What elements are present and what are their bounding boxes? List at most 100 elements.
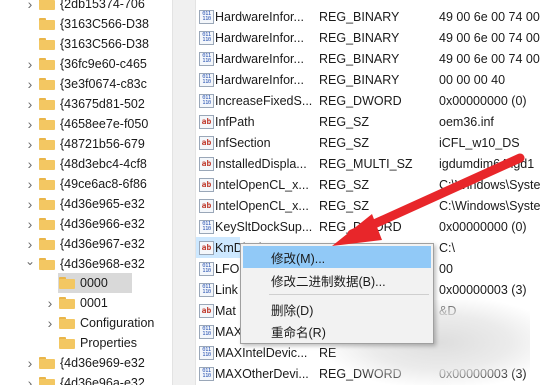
chevron-right-icon[interactable]: ›	[24, 174, 36, 194]
chevron-right-icon[interactable]: ›	[24, 373, 36, 385]
tree-item-label: {43675d81-502	[60, 97, 145, 111]
tree-item[interactable]: › {49ce6ac8-6f86	[28, 174, 172, 194]
value-data: 0x00000000 (0)	[439, 93, 527, 108]
tree-item-label: {3163C566-D38	[60, 37, 149, 51]
folder-icon	[39, 198, 55, 210]
pane-splitter[interactable]	[172, 0, 196, 385]
tree-item[interactable]: › {36fc9e60-c465	[28, 54, 172, 74]
chevron-right-icon[interactable]: ›	[24, 214, 36, 234]
chevron-right-icon[interactable]: ›	[24, 0, 36, 14]
tree-item-label: {4d36e967-e32	[60, 237, 145, 251]
binary-value-icon: 011 110	[199, 282, 214, 297]
chevron-right-icon[interactable]: ›	[24, 353, 36, 373]
tree-item[interactable]: › 0001	[48, 293, 172, 313]
chevron-right-icon[interactable]: ›	[24, 194, 36, 214]
registry-key-tree[interactable]: › {2db15374-706 {3163C566-D38 {3163C566-D38…	[0, 0, 172, 385]
value-name: HardwareInfor...	[215, 51, 304, 66]
string-value-icon: ab	[199, 303, 214, 318]
tree-item[interactable]: 0000	[58, 273, 132, 293]
tree-item-label: {4d36e968-e32	[60, 257, 145, 271]
value-type: REG_BINARY	[319, 9, 400, 24]
chevron-down-icon[interactable]: ⌄	[24, 251, 36, 271]
value-type: REG_MULTI_SZ	[319, 156, 413, 171]
binary-value-icon: 011 110	[199, 324, 214, 339]
tree-item[interactable]: › {4d36e965-e32	[28, 194, 172, 214]
tree-item[interactable]: {3163C566-D38	[38, 34, 172, 54]
context-menu-item[interactable]: 重命名(R)	[243, 320, 431, 342]
tree-item[interactable]: › {4d36e967-e32	[28, 234, 172, 254]
tree-item[interactable]: › {4d36e969-e32	[28, 353, 172, 373]
value-data: 49 00 6e 00 74 00	[439, 30, 540, 45]
tree-item[interactable]: › {4658ee7e-f050	[28, 114, 172, 134]
folder-icon	[59, 297, 75, 309]
value-type: REG_SZ	[319, 177, 370, 192]
folder-icon	[39, 38, 55, 50]
value-data: 49 00 6e 00 74 00	[439, 51, 540, 66]
string-value-icon: ab	[199, 114, 214, 129]
tree-item-label: {49ce6ac8-6f86	[60, 177, 147, 191]
tree-item-label: 0000	[80, 276, 108, 290]
value-type: REG_SZ	[319, 114, 370, 129]
tree-item-label: {3163C566-D38	[60, 17, 149, 31]
value-data: 00	[439, 261, 453, 276]
tree-item[interactable]: › {43675d81-502	[28, 94, 172, 114]
chevron-right-icon[interactable]: ›	[24, 74, 36, 94]
value-name: KeySltDockSup...	[215, 219, 313, 234]
value-row[interactable]: 011 110 HardwareInfor... REG_BINARY 00 00 0…	[196, 69, 540, 90]
tree-item-label: 0001	[80, 296, 108, 310]
value-type: REG_DWORD	[319, 219, 402, 234]
string-value-icon: ab	[199, 198, 214, 213]
value-row[interactable]: ab InfPath REG_SZ oem36.inf	[196, 111, 540, 132]
binary-value-icon: 011 110	[199, 345, 214, 360]
tree-item[interactable]: Properties	[58, 333, 172, 353]
chevron-right-icon[interactable]: ›	[44, 313, 56, 333]
tree-item[interactable]: › {3e3f0674-c83c	[28, 74, 172, 94]
tree-item[interactable]: › Configuration	[48, 313, 172, 333]
value-name: HardwareInfor...	[215, 30, 304, 45]
context-menu-item[interactable]: 修改二进制数据(B)...	[243, 269, 431, 291]
value-row[interactable]: ab InstalledDispla... REG_MULTI_SZ igdumdim…	[196, 153, 540, 174]
folder-icon	[39, 357, 55, 369]
folder-icon	[39, 18, 55, 30]
tree-item[interactable]: ⌄ {4d36e968-e32	[25, 254, 172, 274]
chevron-right-icon[interactable]: ›	[44, 293, 56, 313]
tree-item[interactable]: › {48d3ebc4-4cf8	[28, 154, 172, 174]
value-row[interactable]: 011 110 HardwareInfor... REG_BINARY 49 00 6…	[196, 6, 540, 27]
chevron-right-icon[interactable]: ›	[24, 114, 36, 134]
value-row[interactable]: 011 110 IncreaseFixedS... REG_DWORD 0x00000…	[196, 90, 540, 111]
folder-icon	[39, 258, 55, 270]
value-data: C:\	[439, 240, 455, 255]
tree-item[interactable]: › {2db15374-706	[28, 0, 172, 14]
value-data: C:\Windows\Syste	[439, 198, 540, 213]
tree-item[interactable]: {3163C566-D38	[38, 14, 172, 34]
chevron-right-icon[interactable]: ›	[24, 154, 36, 174]
chevron-right-icon[interactable]: ›	[24, 54, 36, 74]
context-menu-item[interactable]: 修改(M)...	[243, 246, 431, 268]
string-value-icon: ab	[199, 177, 214, 192]
tree-item-label: {36fc9e60-c465	[60, 57, 147, 71]
tree-item[interactable]: › {4d36e96a-e32	[28, 373, 172, 385]
value-row[interactable]: ab IntelOpenCL_x... REG_SZ C:\Windows\Syste	[196, 195, 540, 216]
context-menu-item-label: 重命名(R)	[271, 325, 326, 340]
tree-item-label: {4d36e965-e32	[60, 197, 145, 211]
value-data: 0x00000003 (3)	[439, 282, 527, 297]
chevron-right-icon[interactable]: ›	[24, 94, 36, 114]
value-name: IntelOpenCL_x...	[215, 198, 309, 213]
tree-item[interactable]: › {4d36e966-e32	[28, 214, 172, 234]
value-row[interactable]: ab IntelOpenCL_x... REG_SZ C:\Windows\Syste	[196, 174, 540, 195]
value-name: HardwareInfor...	[215, 9, 304, 24]
value-row[interactable]: ab InfSection REG_SZ iCFL_w10_DS	[196, 132, 540, 153]
value-row[interactable]: abKmDisplayDrvREG_SZC:\	[196, 237, 455, 258]
value-row[interactable]: 011 110 HardwareInfor... REG_BINARY 49 00 6…	[196, 48, 540, 69]
chevron-right-icon[interactable]: ›	[24, 134, 36, 154]
folder-icon	[39, 238, 55, 250]
value-type: REG_BINARY	[319, 30, 400, 45]
value-row[interactable]: 011 110 KeySltDockSup... REG_DWORD 0x000000…	[196, 216, 540, 237]
value-data: 49 00 6e 00 74 00	[439, 9, 540, 24]
context-menu-item[interactable]: 删除(D)	[243, 298, 431, 320]
tree-item-label: {48721b56-679	[60, 137, 145, 151]
tree-item[interactable]: › {48721b56-679	[28, 134, 172, 154]
value-row[interactable]: 011 110 HardwareInfor... REG_BINARY 49 00 6…	[196, 27, 540, 48]
tree-item-label: {4d36e966-e32	[60, 217, 145, 231]
binary-value-icon: 011 110	[199, 261, 214, 276]
